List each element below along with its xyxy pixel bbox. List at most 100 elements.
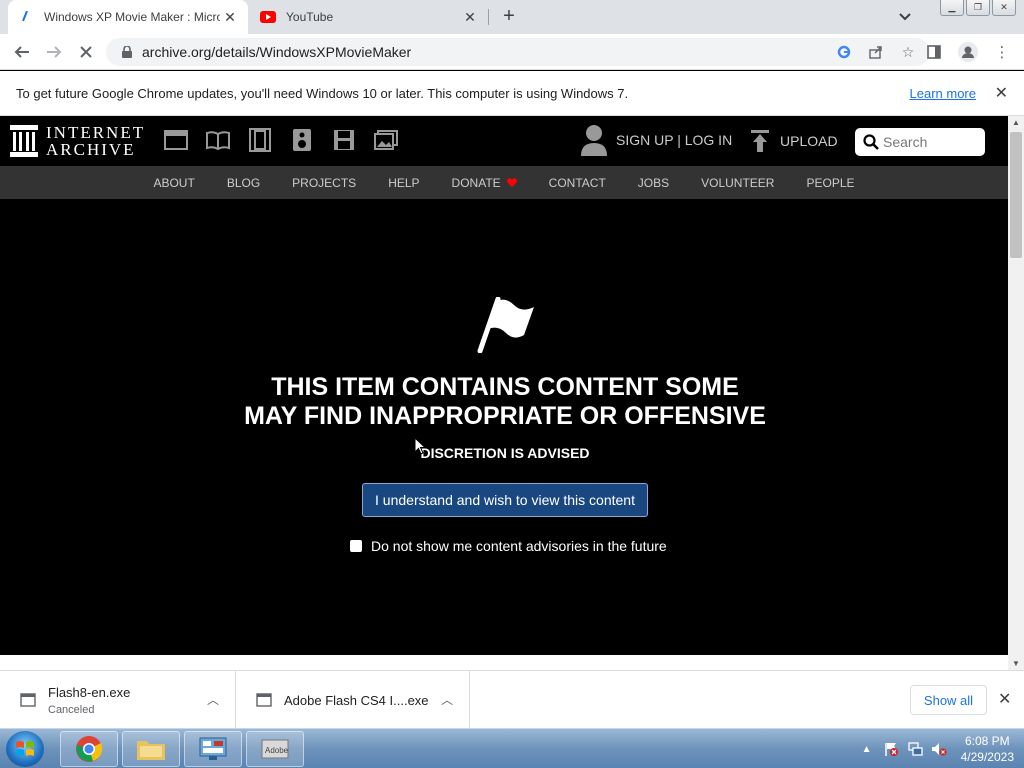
video-film-icon[interactable] <box>248 128 272 152</box>
upload-label: UPLOAD <box>780 133 838 149</box>
close-shelf-icon[interactable]: ✕ <box>998 689 1011 709</box>
download-status: Canceled <box>48 703 95 716</box>
scroll-thumb[interactable] <box>1010 132 1022 258</box>
folder-icon <box>137 741 165 760</box>
nav-blog[interactable]: BLOG <box>211 176 276 190</box>
nav-jobs[interactable]: JOBS <box>622 176 685 190</box>
close-infobar-icon[interactable]: ✕ <box>995 83 1008 103</box>
infobar-message: To get future Google Chrome updates, you… <box>16 85 629 101</box>
nav-help[interactable]: HELP <box>372 176 435 190</box>
google-lens-icon[interactable] <box>834 42 854 62</box>
show-all-downloads-button[interactable]: Show all <box>910 685 987 715</box>
download-item[interactable]: Flash8-en.exe Canceled ︿ <box>0 671 236 729</box>
learn-more-link[interactable]: Learn more <box>910 86 976 101</box>
profile-avatar-icon[interactable] <box>956 40 980 64</box>
tab-search-chevron-icon[interactable] <box>896 8 914 26</box>
update-infobar: To get future Google Chrome updates, you… <box>0 71 1024 116</box>
ia-nav-bar: ABOUT BLOG PROJECTS HELP DONATE CONTACT … <box>0 166 1008 199</box>
nav-about[interactable]: ABOUT <box>137 176 210 190</box>
nav-contact[interactable]: CONTACT <box>533 176 622 190</box>
nav-donate[interactable]: DONATE <box>436 176 533 190</box>
stop-loading-icon[interactable] <box>74 40 98 64</box>
kebab-menu-icon[interactable]: ⋮ <box>990 40 1014 64</box>
download-name: Flash8-en.exe <box>48 684 131 700</box>
url-text: archive.org/details/WindowsXPMovieMaker <box>142 44 412 60</box>
advisory-checkbox[interactable] <box>350 540 362 552</box>
minimize-button[interactable]: ▁ <box>940 0 964 16</box>
share-icon[interactable] <box>866 42 886 62</box>
audio-speaker-icon[interactable] <box>290 128 314 152</box>
nav-volunteer[interactable]: VOLUNTEER <box>685 176 790 190</box>
images-icon[interactable] <box>374 128 398 152</box>
tab-archive[interactable]: Windows XP Movie Maker : Micro ✕ <box>8 0 248 34</box>
taskbar-chrome[interactable] <box>60 731 118 767</box>
back-arrow-icon[interactable] <box>10 40 34 64</box>
upload-arrow-icon <box>751 130 769 152</box>
software-floppy-icon[interactable] <box>332 128 356 152</box>
action-center-flag-icon[interactable] <box>883 741 899 757</box>
exe-file-icon <box>256 693 272 707</box>
chrome-icon <box>76 736 103 762</box>
download-options-chevron-icon[interactable]: ︿ <box>441 691 453 708</box>
texts-book-icon[interactable] <box>206 128 230 152</box>
ia-top-bar: INTERNET ARCHIVE SIGN UP | LOG IN UPLOAD <box>0 116 1008 166</box>
scroll-up-icon[interactable]: ▲ <box>1012 118 1020 127</box>
start-button[interactable] <box>6 731 44 767</box>
heart-icon <box>506 178 517 187</box>
ia-logo-line2: ARCHIVE <box>46 140 136 159</box>
restore-button[interactable]: ❐ <box>966 0 990 16</box>
volume-muted-icon[interactable] <box>931 741 947 757</box>
taskbar-clock[interactable]: 6:08 PM 4/29/2023 <box>961 733 1014 765</box>
page-scrollbar[interactable]: ▲ ▼ <box>1008 116 1024 670</box>
upload-link[interactable]: UPLOAD <box>750 130 838 152</box>
download-options-chevron-icon[interactable]: ︿ <box>207 691 219 708</box>
side-panel-icon[interactable] <box>922 40 946 64</box>
network-icon[interactable] <box>907 741 923 757</box>
search-placeholder: Search <box>883 134 928 150</box>
ia-temple-icon <box>10 125 38 157</box>
ia-logo-line1: INTERNET <box>46 123 146 142</box>
ia-search-input[interactable]: Search <box>855 128 985 156</box>
signup-login-link[interactable]: SIGN UP | LOG IN <box>616 132 732 148</box>
user-account: SIGN UP | LOG IN <box>580 124 732 156</box>
forward-arrow-icon[interactable] <box>42 40 66 64</box>
taskbar-adobe-installer[interactable]: Adobe <box>246 731 304 767</box>
mouse-cursor-icon <box>414 437 426 455</box>
exe-file-icon <box>20 693 36 707</box>
archive-favicon-icon <box>18 9 34 25</box>
nav-people[interactable]: PEOPLE <box>790 176 870 190</box>
content-advisory: THIS ITEM CONTAINS CONTENT SOME MAY FIND… <box>0 199 1008 655</box>
nav-donate-label: DONATE <box>451 175 501 190</box>
download-item[interactable]: Adobe Flash CS4 I....exe ︿ <box>236 671 470 729</box>
view-content-button[interactable]: I understand and wish to view this conte… <box>362 483 648 517</box>
scroll-down-icon[interactable]: ▼ <box>1012 659 1020 668</box>
show-hidden-icons-icon[interactable]: ▲ <box>859 741 875 757</box>
windows-taskbar: Adobe ▲ 6:08 PM 4/29/2023 <box>0 728 1024 768</box>
svg-text:Adobe: Adobe <box>265 746 289 755</box>
lock-icon[interactable] <box>120 45 134 59</box>
new-tab-button[interactable]: + <box>498 5 520 27</box>
page-bottom-strip <box>0 655 1008 670</box>
system-tray: ▲ 6:08 PM 4/29/2023 <box>859 729 1024 768</box>
window-controls: ▁ ❐ ✕ <box>940 0 1016 16</box>
web-icon[interactable] <box>164 128 188 152</box>
bookmark-star-icon[interactable]: ☆ <box>898 42 918 62</box>
tab-separator <box>488 9 489 25</box>
close-window-button[interactable]: ✕ <box>992 0 1016 16</box>
close-tab-icon[interactable]: ✕ <box>460 7 480 27</box>
advisory-opt-out[interactable]: Do not show me content advisories in the… <box>350 538 667 554</box>
clock-date: 4/29/2023 <box>960 750 1014 764</box>
clock-time: 6:08 PM <box>964 734 1010 748</box>
checkbox-label: Do not show me content advisories in the… <box>371 538 667 554</box>
address-bar[interactable]: archive.org/details/WindowsXPMovieMaker … <box>106 38 930 66</box>
tab-title: YouTube <box>286 10 334 24</box>
user-avatar-icon[interactable] <box>580 124 608 156</box>
nav-projects[interactable]: PROJECTS <box>276 176 372 190</box>
close-tab-icon[interactable]: ✕ <box>220 7 240 27</box>
tab-title: Windows XP Movie Maker : Micro <box>44 10 220 24</box>
tab-youtube[interactable]: YouTube ✕ <box>250 0 488 34</box>
discretion-text: DISCRETION IS ADVISED <box>420 445 590 461</box>
taskbar-explorer[interactable] <box>122 731 180 767</box>
ia-logo[interactable]: INTERNET ARCHIVE <box>10 124 145 158</box>
taskbar-control-panel[interactable] <box>184 731 242 767</box>
